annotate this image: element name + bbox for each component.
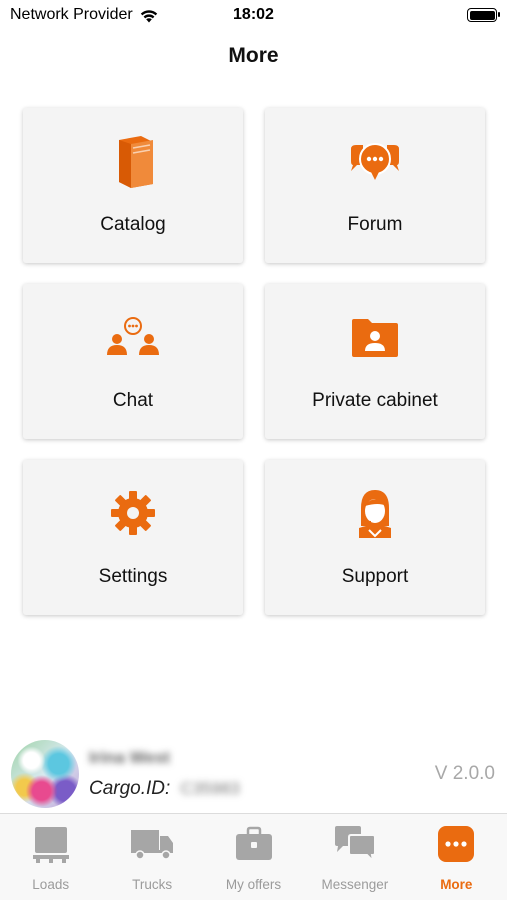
cargo-id-label: Cargo.ID: (89, 778, 171, 799)
tab-loads[interactable]: Loads (0, 814, 101, 900)
user-name: Irina West (89, 748, 170, 767)
tab-bar: Loads Trucks My offers Messenger More (0, 813, 507, 900)
private-cabinet-label: Private cabinet (312, 390, 438, 411)
tab-more-label: More (440, 877, 473, 892)
tab-trucks-label: Trucks (132, 877, 173, 892)
forum-tile[interactable]: Forum (265, 108, 485, 263)
support-label: Support (341, 566, 409, 587)
cargo-id-row: Cargo.ID: C35983 (89, 778, 240, 800)
chat-tile[interactable]: Chat (23, 284, 243, 439)
support-agent-icon (345, 485, 405, 540)
support-tile[interactable]: Support (265, 460, 485, 615)
catalog-label: Catalog (100, 214, 166, 235)
briefcase-icon (235, 824, 273, 864)
status-bar: Network Provider 18:02 (0, 0, 507, 32)
tab-loads-label: Loads (32, 877, 70, 892)
messenger-icon (333, 824, 377, 864)
user-folder-icon (345, 309, 405, 364)
forum-label: Forum (347, 214, 403, 235)
tab-more[interactable]: More (406, 814, 507, 900)
more-icon (437, 824, 475, 864)
book-icon (103, 133, 163, 188)
tab-my-offers[interactable]: My offers (203, 814, 304, 900)
battery-icon (467, 8, 500, 22)
private-cabinet-tile[interactable]: Private cabinet (265, 284, 485, 439)
loads-icon (32, 824, 70, 864)
status-time: 18:02 (233, 6, 274, 23)
tab-trucks[interactable]: Trucks (101, 814, 202, 900)
menu-grid: Catalog Forum Chat Private cabinet Setti… (23, 108, 485, 615)
chat-group-icon (103, 309, 163, 364)
tab-my-offers-label: My offers (225, 877, 282, 892)
page-title: More (228, 44, 279, 67)
forum-icon (345, 133, 405, 188)
tab-messenger-label: Messenger (321, 877, 389, 892)
tab-messenger[interactable]: Messenger (304, 814, 405, 900)
avatar[interactable] (11, 740, 79, 808)
chat-label: Chat (112, 390, 154, 411)
profile-section: Irina West Cargo.ID: C35983 V 2.0.0 (0, 740, 507, 810)
app-version: V 2.0.0 (434, 763, 495, 784)
settings-tile[interactable]: Settings (23, 460, 243, 615)
cargo-id-value: C35983 (180, 779, 240, 798)
gear-icon (103, 485, 163, 540)
settings-label: Settings (98, 566, 168, 587)
truck-icon (130, 824, 174, 864)
catalog-tile[interactable]: Catalog (23, 108, 243, 263)
